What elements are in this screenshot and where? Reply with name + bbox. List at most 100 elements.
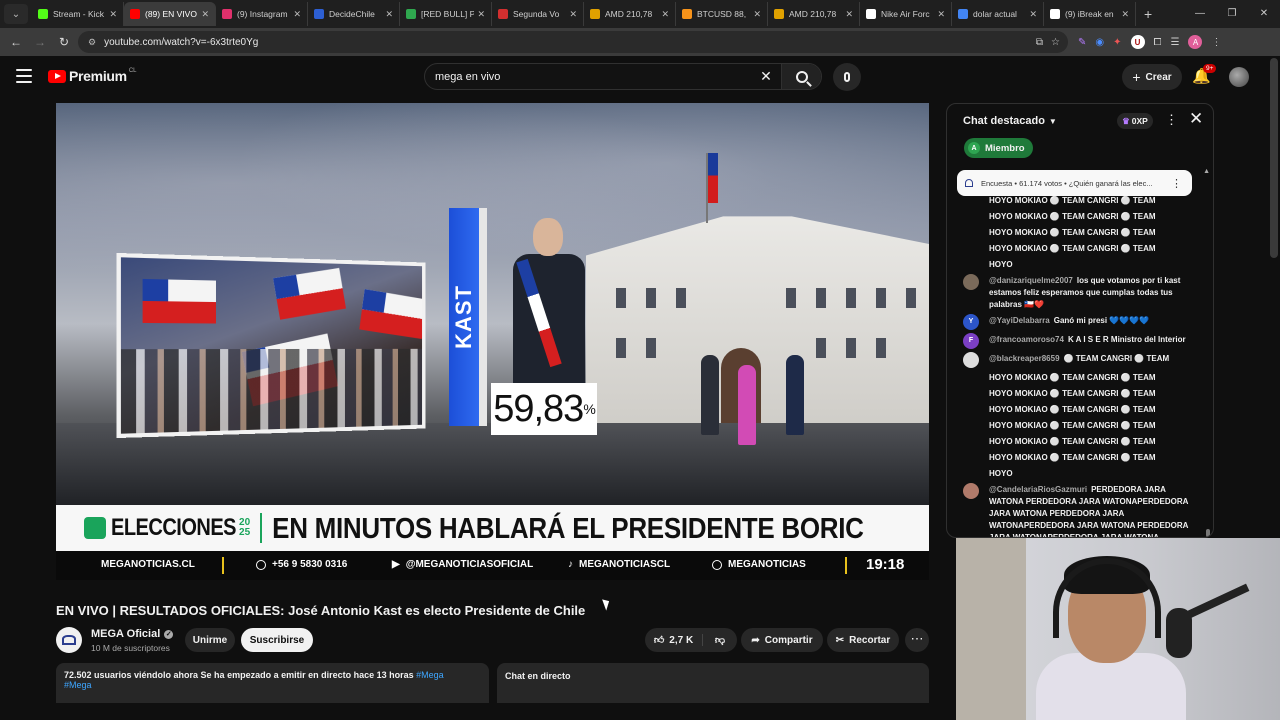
dislike-button[interactable]: 👎︎ [703,634,737,646]
forward-button[interactable]: → [28,35,52,49]
browser-tab[interactable]: Stream - Kick ✕ [32,2,124,26]
extension-icon[interactable]: ✎ [1078,37,1086,48]
subscribe-button[interactable]: Suscribirse [241,628,313,652]
browser-tab[interactable]: AMD 210,78 ✕ [584,2,676,26]
account-avatar[interactable] [1229,67,1249,87]
close-tab-icon[interactable]: ✕ [845,9,853,20]
chat-scrollbar[interactable] [1206,529,1210,537]
chat-avatar[interactable] [963,352,979,368]
close-chat-icon[interactable]: ✕ [1189,109,1203,129]
video-player[interactable]: KAST 59,83% ELECCIONES 20 25 EN MINUTOS H… [56,103,929,580]
url-bar[interactable]: ⚙ youtube.com/watch?v=-6x3trte0Yg ⧉ ☆ [78,31,1068,53]
clip-button[interactable]: ✂ Recortar [827,628,899,652]
chat-message[interactable]: @CandelariaRiosGazmuri PERDEDORA JARA WAT… [947,481,1205,537]
chat-message[interactable]: HOYO [947,256,1205,272]
channel-avatar[interactable] [56,627,82,653]
chat-avatar[interactable]: Y [963,314,979,330]
chat-message[interactable]: @blackreaper8659 ⚪ TEAM CANGRI ⚪ TEAM [947,350,1205,369]
chat-message[interactable]: HOYO MOKIAO ⚪ TEAM CANGRI ⚪ TEAM [947,369,1205,385]
poll-more-icon[interactable]: ⋮ [1171,177,1182,190]
chat-message[interactable]: F @francoamoroso74 K A I S E R Ministro de… [947,331,1205,350]
chat-message[interactable]: HOYO MOKIAO ⚪ TEAM CANGRI ⚪ TEAM [947,401,1205,417]
extension-icon[interactable]: ◉ [1095,37,1104,48]
notifications-button[interactable]: 🔔 9+ [1192,64,1217,87]
close-tab-icon[interactable]: ✕ [937,9,945,20]
youtube-logo[interactable]: Premium CL [48,68,136,84]
extension-icon[interactable]: ✦ [1113,37,1121,48]
live-chat-collapsed[interactable]: Chat en directo [497,663,929,703]
browser-tab[interactable]: (9) Instagram ✕ [216,2,308,26]
close-tab-icon[interactable]: ✕ [385,9,393,20]
chat-message[interactable]: HOYO MOKIAO ⚪ TEAM CANGRI ⚪ TEAM [947,208,1205,224]
cast-icon[interactable]: ⧉ [1036,37,1043,48]
chat-message[interactable]: HOYO MOKIAO ⚪ TEAM CANGRI ⚪ TEAM [947,449,1205,465]
clear-search-icon[interactable]: ✕ [751,68,781,85]
back-button[interactable]: ← [4,35,28,49]
close-tab-icon[interactable]: ✕ [661,9,669,20]
close-tab-icon[interactable]: ✕ [1121,9,1129,20]
browser-tab[interactable]: (9) iBreak en ✕ [1044,2,1136,26]
ublock-icon[interactable]: U [1130,35,1145,49]
search-button[interactable] [781,64,821,89]
chat-author[interactable]: @francoamoroso74 [989,335,1064,344]
poll-banner[interactable]: Encuesta • 61.174 votos • ¿Quién ganará … [957,170,1192,196]
voice-search-button[interactable] [833,63,861,91]
more-actions-icon[interactable]: ⋯ [905,628,929,652]
close-tab-icon[interactable]: ✕ [109,9,117,20]
description-box[interactable]: 72.502 usuarios viéndolo ahora Se ha emp… [56,663,489,703]
close-tab-icon[interactable]: ✕ [753,9,761,20]
reload-button[interactable]: ↻ [52,35,76,49]
chat-more-icon[interactable]: ⋮ [1165,112,1178,128]
browser-tab[interactable]: BTCUSD 88, ✕ [676,2,768,26]
chat-message[interactable]: HOYO [947,465,1205,481]
close-tab-icon[interactable]: ✕ [201,9,209,20]
close-tab-icon[interactable]: ✕ [569,9,577,20]
browser-tab[interactable]: DecideChile ✕ [308,2,400,26]
close-tab-icon[interactable]: ✕ [1029,9,1037,20]
like-button[interactable]: 👍︎ 2,7 K [645,634,703,646]
hashtag-link[interactable]: #Mega [416,670,444,680]
tab-search-chevron-icon[interactable]: ⌄ [4,4,28,24]
chat-message[interactable]: HOYO MOKIAO ⚪ TEAM CANGRI ⚪ TEAM [947,240,1205,256]
profile-avatar[interactable]: A [1188,35,1203,49]
scroll-up-icon[interactable]: ▲ [1203,168,1210,175]
browser-tab[interactable]: (89) EN VIVO ✕ [124,2,216,26]
member-chip[interactable]: A Miembro [964,138,1033,158]
chat-message[interactable]: HOYO MOKIAO ⚪ TEAM CANGRI ⚪ TEAM [947,433,1205,449]
chat-message[interactable]: HOYO MOKIAO ⚪ TEAM CANGRI ⚪ TEAM [947,417,1205,433]
close-tab-icon[interactable]: ✕ [293,9,301,20]
chat-message[interactable]: HOYO MOKIAO ⚪ TEAM CANGRI ⚪ TEAM [947,385,1205,401]
browser-tab[interactable]: AMD 210,78 ✕ [768,2,860,26]
join-button[interactable]: Unirme [185,628,235,652]
close-window-button[interactable]: ✕ [1248,0,1280,28]
close-tab-icon[interactable]: ✕ [477,9,485,20]
extensions-puzzle-icon[interactable]: ⧠ [1154,37,1162,48]
maximize-button[interactable]: ❐ [1216,0,1248,28]
hashtag-link[interactable]: #Mega [64,680,92,690]
chat-author[interactable]: @blackreaper8659 [989,354,1060,363]
create-button[interactable]: + Crear [1122,64,1182,90]
browser-tab[interactable]: Nike Air Forc ✕ [860,2,952,26]
chat-author[interactable]: @YayiDelabarra [989,316,1050,325]
chat-message[interactable]: @danizariquelme2007 los que votamos por t… [947,272,1205,312]
browser-menu-icon[interactable]: ⋮ [1211,37,1221,48]
chat-message[interactable]: HOYO MOKIAO ⚪ TEAM CANGRI ⚪ TEAM [947,224,1205,240]
menu-icon[interactable] [16,69,32,83]
new-tab-button[interactable]: + [1144,6,1152,22]
browser-tab[interactable]: Segunda Vo ✕ [492,2,584,26]
chat-avatar[interactable]: F [963,333,979,349]
minimize-button[interactable]: — [1184,0,1216,28]
xp-badge[interactable]: ♛ 0XP [1117,113,1153,129]
page-scrollbar[interactable] [1270,58,1278,258]
site-info-icon[interactable]: ⚙ [88,37,96,48]
chat-message[interactable]: Y @YayiDelabarra Ganó mi presi 💙💙💙💙 [947,312,1205,331]
share-button[interactable]: ➦ Compartir [741,628,823,652]
chat-avatar[interactable] [963,483,979,499]
chat-author[interactable]: @CandelariaRiosGazmuri [989,485,1087,494]
chat-author[interactable]: @danizariquelme2007 [989,276,1073,285]
channel-name[interactable]: MEGA Oficial ✓ [91,628,174,640]
chat-avatar[interactable] [963,274,979,290]
browser-tab[interactable]: dolar actual ✕ [952,2,1044,26]
browser-tab[interactable]: [RED BULL] P ✕ [400,2,492,26]
search-input[interactable]: mega en vivo [425,71,751,83]
